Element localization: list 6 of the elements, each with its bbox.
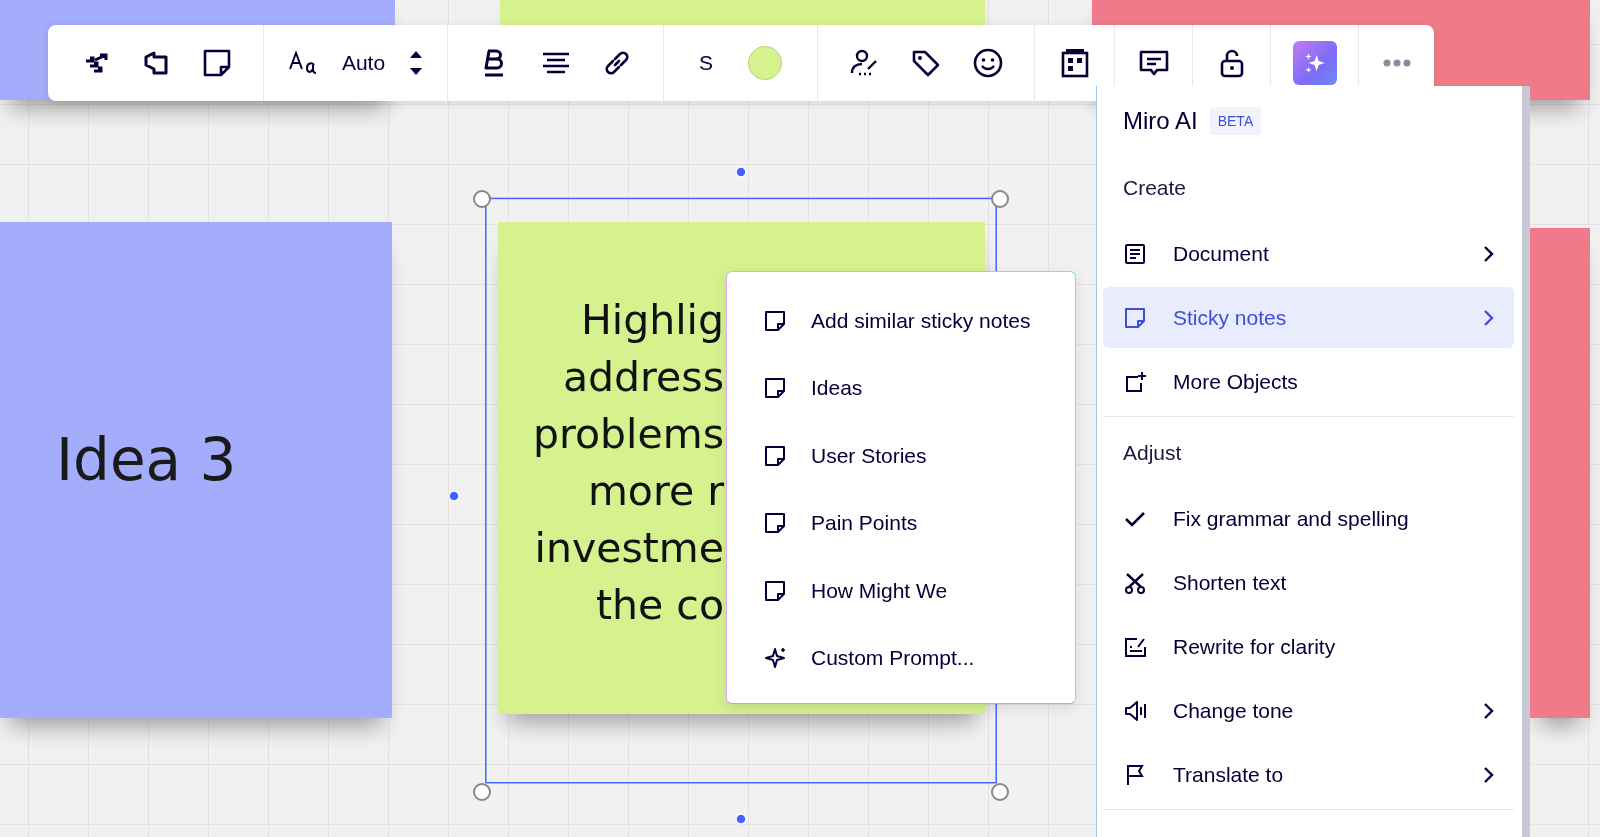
menu-title: Miro AI <box>1123 107 1198 135</box>
section-heading: Create <box>1122 175 1188 201</box>
sticky-note-text: Highlig address problems more r investme the co <box>532 295 724 631</box>
beta-badge: BETA <box>1209 107 1262 135</box>
sticky-note-text: Idea 3 <box>56 426 237 494</box>
section-heading: Adjust <box>1122 440 1183 466</box>
